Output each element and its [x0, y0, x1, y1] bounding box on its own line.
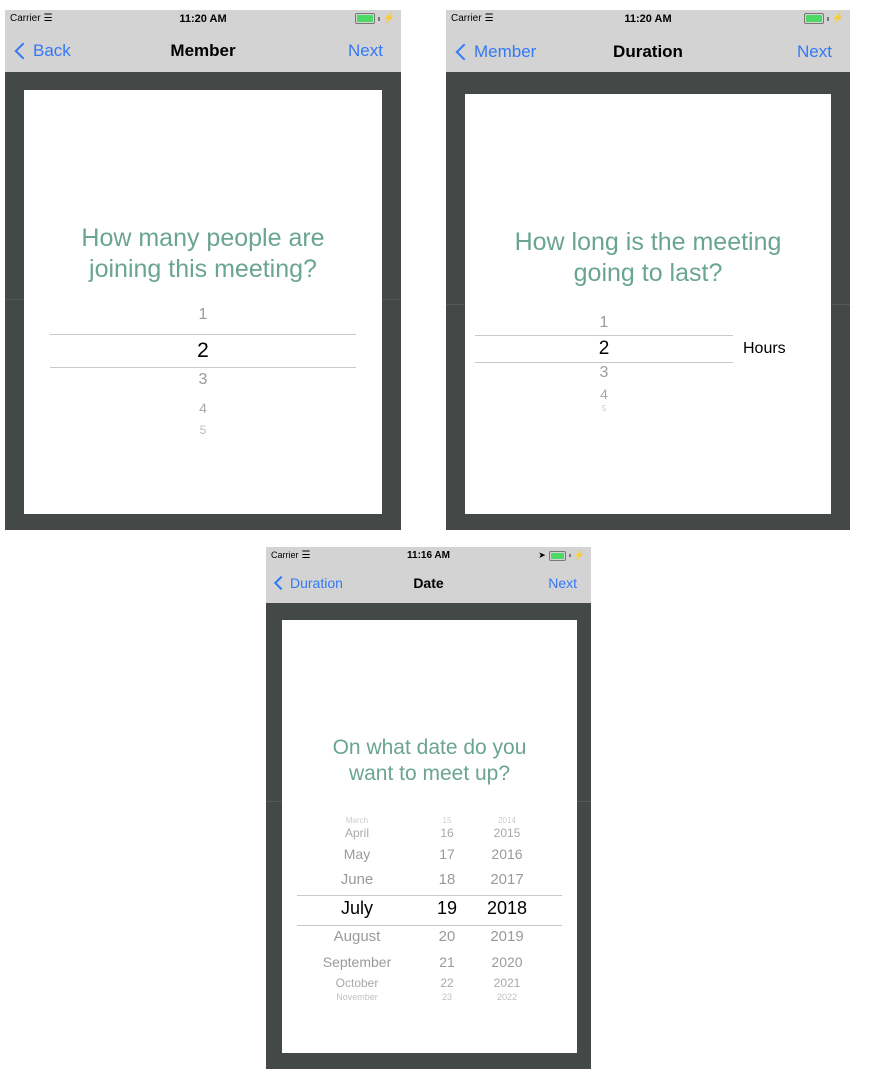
picker-option[interactable]: 3: [475, 364, 733, 382]
status-time: 11:20 AM: [624, 13, 672, 25]
nav-title: Duration: [613, 42, 683, 61]
selection-line-top: [475, 335, 733, 336]
selection-line-top: [50, 334, 356, 335]
month-option[interactable]: September: [297, 954, 417, 970]
nav-title: Member: [170, 41, 236, 60]
year-option[interactable]: 2014: [477, 816, 537, 825]
picker-option[interactable]: 5: [475, 404, 733, 413]
date-picker[interactable]: March April May June July August Septemb…: [297, 816, 562, 1016]
day-option[interactable]: 17: [427, 846, 467, 862]
divider: [831, 304, 850, 305]
month-option[interactable]: April: [297, 826, 417, 840]
picker-option[interactable]: 4: [50, 400, 356, 416]
nav-title: Date: [413, 575, 444, 591]
location-arrow-icon: ➤: [538, 550, 546, 560]
day-option[interactable]: 21: [427, 954, 467, 970]
picker-option[interactable]: 1: [475, 314, 733, 332]
day-selected-value[interactable]: 19: [427, 898, 467, 919]
month-option[interactable]: August: [297, 928, 417, 945]
month-option[interactable]: March: [297, 816, 417, 825]
charging-bolt-icon: ⚡: [573, 550, 585, 560]
picker-option[interactable]: 4: [475, 386, 733, 402]
question-card: How many people are joining this meeting…: [24, 90, 382, 514]
year-option[interactable]: 2017: [477, 871, 537, 888]
divider: [577, 801, 591, 802]
navigation-bar: Duration Date Next: [266, 565, 591, 603]
year-option[interactable]: 2015: [477, 826, 537, 840]
day-option[interactable]: 18: [427, 871, 467, 888]
hours-unit-label: Hours: [743, 340, 786, 357]
divider: [5, 299, 24, 300]
question-card: How long is the meeting going to last? 1…: [465, 94, 831, 514]
year-option[interactable]: 2020: [477, 954, 537, 970]
picker-selected-value[interactable]: 2: [50, 339, 356, 363]
status-bar: Carrier ☰ 11:20 AM ⚡: [5, 10, 401, 30]
year-option[interactable]: 2019: [477, 928, 537, 945]
charging-bolt-icon: ⚡: [831, 13, 844, 24]
picker-option[interactable]: 3: [50, 371, 356, 389]
month-selected-value[interactable]: July: [297, 898, 417, 919]
navigation-bar: Member Duration Next: [446, 30, 850, 72]
screen-member: Carrier ☰ 11:20 AM ⚡ Back Member Next How…: [5, 10, 401, 530]
people-count-picker[interactable]: 1 2 3 4 5: [50, 304, 356, 444]
status-bar: Carrier ☰ 11:20 AM ⚡: [446, 10, 850, 30]
battery-icon: [803, 13, 824, 24]
charging-bolt-icon: ⚡: [382, 13, 395, 24]
month-wheel[interactable]: March April May June July August Septemb…: [297, 816, 417, 1016]
battery-icon: [548, 550, 566, 561]
picker-option[interactable]: 1: [50, 306, 356, 324]
status-bar: Carrier ☰ 11:16 AM ➤ ⚡: [266, 547, 591, 565]
duration-picker[interactable]: 1 2 3 4 5: [475, 312, 733, 422]
next-button[interactable]: Next: [797, 42, 832, 62]
status-time: 11:20 AM: [179, 13, 227, 25]
screen-date: Carrier ☰ 11:16 AM ➤ ⚡ Duration Date Next…: [266, 547, 591, 1069]
year-option[interactable]: 2021: [477, 976, 537, 990]
month-option[interactable]: October: [297, 976, 417, 990]
picker-selected-value[interactable]: 2: [475, 338, 733, 360]
day-option[interactable]: 22: [427, 976, 467, 990]
day-option[interactable]: 23: [427, 992, 467, 1002]
question-text: How many people are joining this meeting…: [81, 224, 325, 284]
selection-line-bottom: [50, 367, 356, 368]
day-option[interactable]: 15: [427, 816, 467, 825]
divider: [446, 304, 465, 305]
navigation-bar: Back Member Next: [5, 30, 401, 72]
year-option[interactable]: 2022: [477, 992, 537, 1002]
picker-option[interactable]: 5: [50, 423, 356, 437]
day-option[interactable]: 20: [427, 928, 467, 945]
question-text: How long is the meeting going to last?: [514, 228, 782, 288]
next-button[interactable]: Next: [348, 41, 383, 61]
screen-duration: Carrier ☰ 11:20 AM ⚡ Member Duration Next…: [446, 10, 850, 530]
question-card: On what date do you want to meet up? Mar…: [282, 620, 577, 1053]
battery-icon: [354, 13, 375, 24]
year-option[interactable]: 2016: [477, 846, 537, 862]
next-button[interactable]: Next: [548, 575, 577, 591]
month-option[interactable]: May: [297, 846, 417, 862]
month-option[interactable]: November: [297, 992, 417, 1002]
year-wheel[interactable]: 2014 2015 2016 2017 2018 2019 2020 2021 …: [477, 816, 537, 1016]
day-wheel[interactable]: 15 16 17 18 19 20 21 22 23: [427, 816, 467, 1016]
selection-line-bottom: [475, 362, 733, 363]
divider: [382, 299, 401, 300]
year-selected-value[interactable]: 2018: [477, 898, 537, 919]
question-text: On what date do you want to meet up?: [332, 736, 527, 786]
divider: [266, 801, 282, 802]
day-option[interactable]: 16: [427, 826, 467, 840]
month-option[interactable]: June: [297, 871, 417, 888]
